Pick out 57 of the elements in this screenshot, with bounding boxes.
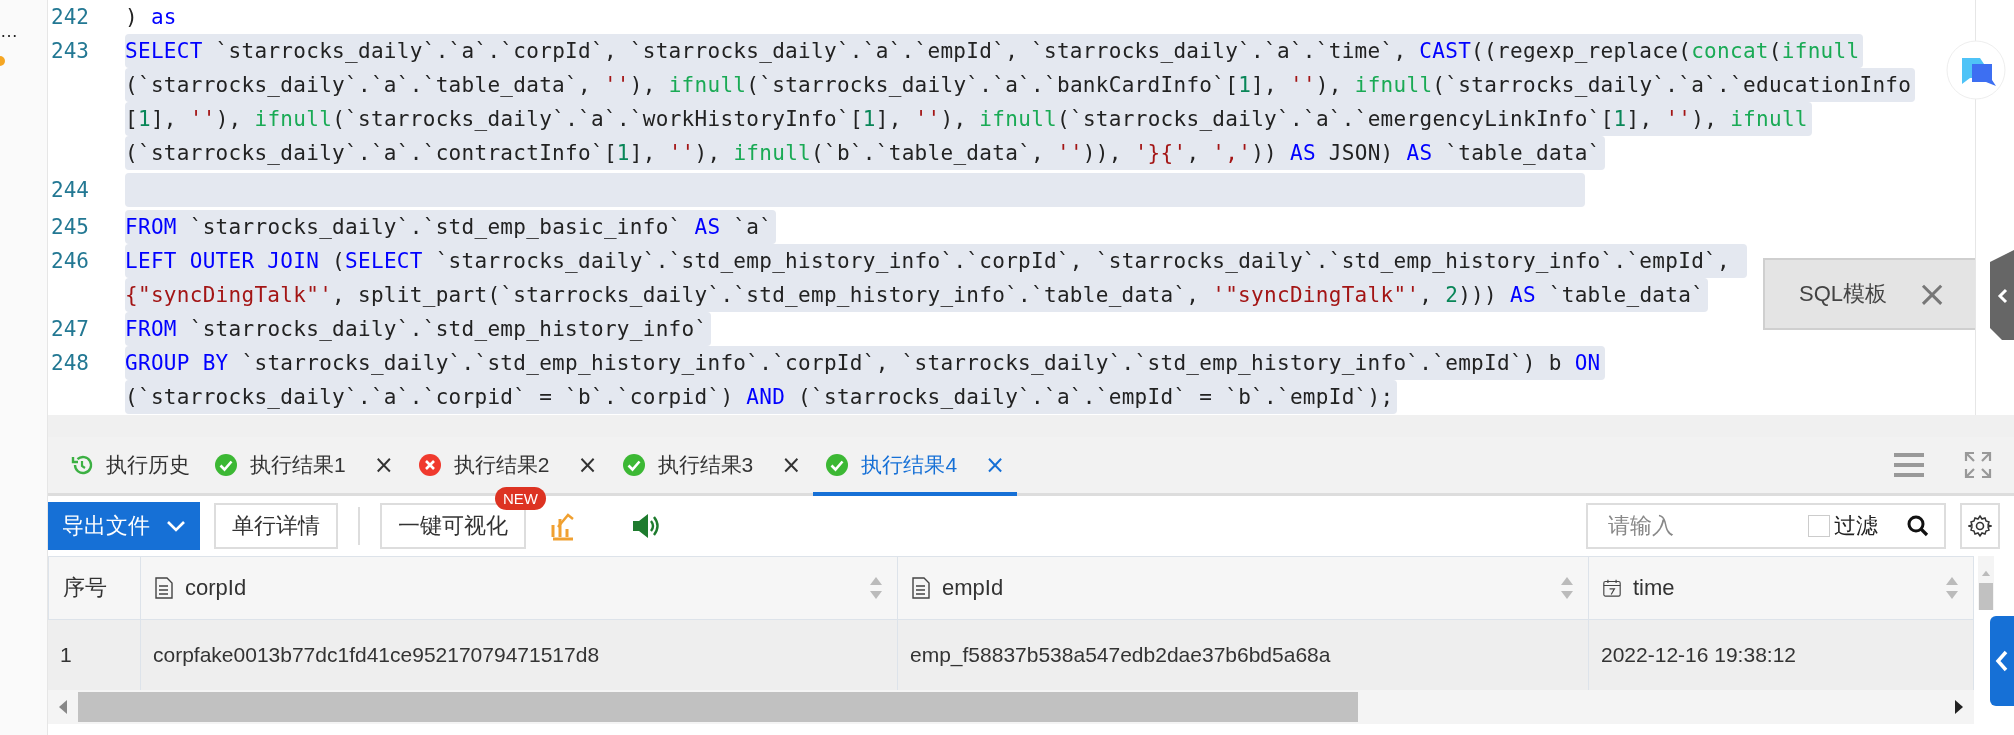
collapse-tab-icon[interactable]	[1990, 250, 2014, 340]
success-icon	[214, 452, 238, 477]
chart-icon[interactable]	[550, 511, 576, 541]
gear-icon	[1968, 514, 1992, 538]
filter-checkbox[interactable]	[1808, 515, 1830, 537]
column-header[interactable]: empId	[898, 556, 1589, 620]
result-tab[interactable]: 执行历史	[58, 437, 202, 496]
line-number: 246	[51, 249, 89, 273]
line-number: 242	[51, 5, 89, 29]
sort-icon[interactable]	[1945, 575, 1959, 601]
search-icon[interactable]	[1906, 514, 1930, 538]
new-badge: NEW	[495, 487, 546, 510]
search-field[interactable]: 请输入	[1606, 512, 1790, 540]
line-number: 245	[51, 215, 89, 239]
column-header[interactable]: corpId	[141, 556, 898, 620]
code-line: ) as	[125, 4, 178, 31]
column-header[interactable]: time	[1589, 556, 1974, 620]
sort-icon[interactable]	[869, 575, 883, 601]
line-number: 243	[51, 39, 89, 63]
line-number: 244	[51, 178, 89, 202]
fullscreen-icon[interactable]	[1964, 451, 1992, 479]
success-icon	[825, 452, 850, 477]
vertical-scrollbar[interactable]	[1978, 556, 1994, 610]
column-header[interactable]: 序号	[48, 556, 141, 620]
ellipsis-text: …	[0, 22, 14, 40]
table-cell: 1	[48, 620, 141, 690]
filter-label: 过滤	[1834, 512, 1878, 540]
expand-tab-icon[interactable]	[1990, 616, 2014, 706]
search-box[interactable]: 请输入 过滤	[1586, 503, 1946, 549]
error-icon	[417, 452, 442, 477]
assistant-icon[interactable]	[1946, 40, 2006, 100]
menu-icon[interactable]	[1894, 452, 1924, 478]
scroll-left-icon[interactable]	[58, 699, 68, 715]
line-number: 248	[51, 351, 89, 375]
scroll-right-icon[interactable]	[1954, 699, 1964, 715]
row-detail-button[interactable]: 单行详情	[214, 503, 338, 549]
line-number: 247	[51, 317, 89, 341]
table-cell: emp_f58837b538a547edb2dae37b6bd5a68a	[898, 620, 1589, 690]
export-button[interactable]: 导出文件	[48, 502, 200, 550]
calendar-icon	[1603, 577, 1621, 599]
settings-button[interactable]	[1960, 503, 2000, 549]
result-tab[interactable]: 执行结果3 ×	[609, 437, 814, 496]
sort-icon[interactable]	[1560, 575, 1574, 601]
scroll-up-icon[interactable]	[1979, 570, 1993, 577]
close-button[interactable]: ×	[1917, 276, 1948, 312]
speaker-icon[interactable]	[630, 511, 660, 541]
document-icon	[912, 577, 930, 599]
document-icon	[155, 577, 173, 599]
table-cell: 2022-12-16 19:38:12	[1589, 620, 1974, 690]
result-tab[interactable]: 执行结果1 ×	[202, 437, 406, 496]
tooltip-label: SQL模板	[1799, 280, 1888, 308]
visualize-button[interactable]: 一键可视化	[380, 503, 526, 549]
horizontal-scrollbar[interactable]	[48, 690, 1974, 724]
table-cell: corpfake0013b77dc1fd41ce95217079471517d8	[141, 620, 898, 690]
result-tab[interactable]: 执行结果4 ×	[813, 437, 1018, 496]
caret-icon	[166, 520, 186, 532]
success-icon	[621, 452, 646, 477]
